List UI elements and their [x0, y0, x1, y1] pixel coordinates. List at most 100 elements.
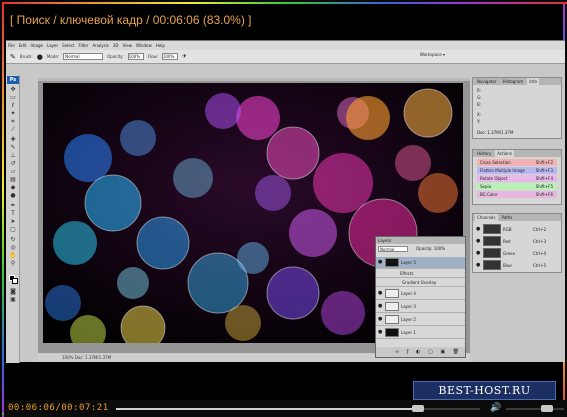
action-label: BG Color	[480, 192, 498, 197]
info-panel: Navigator Histogram Info R: G: B: X: Y: …	[472, 77, 562, 139]
volume-handle[interactable]	[540, 405, 553, 412]
layers-footer-icons[interactable]: ∞ ƒ ◐ ▢ ▣ 🗑	[376, 347, 465, 357]
zoom-tool-icon[interactable]: ⚲	[9, 261, 17, 267]
brush-tool-icon[interactable]: ✎	[10, 53, 16, 61]
mode-select[interactable]: Normal	[63, 53, 104, 60]
layer-effect-row[interactable]: Gradient Overlay	[376, 279, 465, 287]
volume-slider[interactable]	[506, 405, 564, 412]
crop-tool-icon[interactable]: ⌗	[9, 119, 17, 125]
channel-row[interactable]: ● Blue Ctrl+5	[476, 259, 558, 271]
quick-mask-icon[interactable]: ◙	[9, 289, 17, 295]
tab-layers[interactable]: Layers	[378, 238, 391, 243]
brush-label: Brush:	[19, 54, 33, 59]
info-y: Y:	[477, 119, 481, 124]
playback-controls: 00:06:06/00:07:21 🔊	[4, 400, 567, 417]
eye-icon[interactable]: ●	[476, 226, 481, 232]
lasso-tool-icon[interactable]: ℓ	[9, 103, 17, 109]
layer-name: Layer 1	[401, 330, 416, 335]
history-brush-icon[interactable]: ↺	[9, 161, 17, 167]
color-swatches[interactable]	[9, 275, 18, 284]
tab-info[interactable]: Info	[527, 78, 539, 85]
info-r: R:	[477, 88, 482, 93]
eyedropper-icon[interactable]: ⁄	[9, 127, 17, 133]
blur-tool-icon[interactable]: ◆	[9, 185, 17, 191]
clone-stamp-icon[interactable]: ⊥	[9, 153, 17, 159]
3d-rotate-icon[interactable]: ↻	[9, 237, 17, 243]
eye-icon[interactable]: ●	[378, 291, 383, 296]
channel-thumbnail	[483, 248, 501, 258]
eye-icon[interactable]: ●	[378, 260, 383, 265]
menu-item-image[interactable]: Image	[30, 43, 43, 48]
menu-item-view[interactable]: View	[123, 43, 133, 48]
magic-wand-icon[interactable]: ✦	[9, 111, 17, 117]
menu-item-window[interactable]: Window	[136, 43, 152, 48]
layer-effects-row[interactable]: Effects	[376, 270, 465, 278]
brush-preset-picker[interactable]: ●	[37, 53, 43, 61]
channel-row[interactable]: ● RGB Ctrl+2	[476, 223, 558, 235]
document-tab[interactable]	[38, 78, 470, 81]
tab-paths[interactable]: Paths	[500, 214, 515, 221]
opacity-field[interactable]: 100%	[127, 53, 144, 60]
tab-actions[interactable]: Actions	[495, 150, 514, 157]
blend-mode-select[interactable]: Normal	[378, 246, 408, 252]
layer-row[interactable]: ● Layer 2	[376, 314, 465, 326]
eraser-icon[interactable]: ▱	[9, 169, 17, 175]
flow-field[interactable]: 100%	[161, 53, 178, 60]
menu-item-filter[interactable]: Filter	[78, 43, 88, 48]
menu-item-analysis[interactable]: Analysis	[92, 43, 108, 48]
seek-handle[interactable]	[412, 405, 425, 412]
eye-icon[interactable]: ●	[476, 262, 481, 268]
screen-mode-icon[interactable]: ▣	[9, 297, 17, 303]
channel-key: Ctrl+5	[533, 262, 547, 268]
menu-item-file[interactable]: File	[8, 43, 15, 48]
3d-orbit-icon[interactable]: ◎	[9, 245, 17, 251]
layer-row[interactable]: ● Layer 5	[376, 257, 465, 269]
video-player-window: [ Поиск / ключевой кадр / 00:06:06 (83.0…	[0, 0, 567, 417]
layer-row[interactable]: ● Layer 1	[376, 327, 465, 339]
gradient-tool-icon[interactable]: ▤	[9, 177, 17, 183]
layer-name: Layer 4	[401, 291, 416, 296]
menu-item-help[interactable]: Help	[156, 43, 165, 48]
channel-row[interactable]: ● Green Ctrl+4	[476, 247, 558, 259]
photoshop-video-frame[interactable]: File Edit Image Layer Select Filter Anal…	[6, 40, 565, 363]
eye-icon[interactable]: ●	[378, 330, 383, 335]
eye-icon[interactable]: ●	[476, 250, 481, 256]
action-button[interactable]: Rotate Object Shift+F4	[477, 175, 557, 182]
type-tool-icon[interactable]: T	[9, 211, 17, 217]
eye-icon[interactable]: ●	[476, 238, 481, 244]
healing-brush-icon[interactable]: ✚	[9, 137, 17, 143]
dodge-tool-icon[interactable]: ●	[9, 193, 17, 199]
path-select-icon[interactable]: ➤	[9, 219, 17, 225]
workspace-button[interactable]: Workspace ▾	[420, 52, 445, 57]
volume-icon[interactable]: 🔊	[490, 403, 501, 413]
action-button[interactable]: Cross Selection Shift+F2	[477, 159, 557, 166]
layer-opacity[interactable]: Opacity: 100%	[416, 246, 445, 252]
marquee-tool-icon[interactable]: ▭	[9, 95, 17, 101]
shape-tool-icon[interactable]: ▢	[9, 227, 17, 233]
layer-row[interactable]: ● Layer 3	[376, 301, 465, 313]
menu-item-3d[interactable]: 3D	[113, 43, 119, 48]
menu-item-select[interactable]: Select	[62, 43, 74, 48]
tab-navigator[interactable]: Navigator	[475, 78, 499, 85]
tab-histogram[interactable]: Histogram	[501, 78, 526, 85]
airbrush-icon[interactable]: ✈	[182, 53, 187, 60]
eye-icon[interactable]: ●	[378, 304, 383, 309]
channel-row[interactable]: ● Red Ctrl+3	[476, 235, 558, 247]
action-button[interactable]: Sepia Shift+F5	[477, 183, 557, 190]
pen-tool-icon[interactable]: ✒	[9, 203, 17, 209]
eye-icon[interactable]: ●	[378, 317, 383, 322]
menu-item-layer[interactable]: Layer	[47, 43, 58, 48]
menu-item-edit[interactable]: Edit	[19, 43, 27, 48]
action-button[interactable]: Flatten Multiple Image Shift+F3	[477, 167, 557, 174]
tab-history[interactable]: History	[475, 150, 493, 157]
watermark-badge: BEST-HOST.RU	[413, 381, 556, 400]
tab-channels[interactable]: Channels	[475, 214, 498, 221]
action-key: Shift+F6	[535, 192, 553, 197]
action-button[interactable]: BG Color Shift+F6	[477, 191, 557, 198]
seek-bar[interactable]	[116, 405, 480, 412]
channel-key: Ctrl+3	[533, 238, 547, 244]
hand-tool-icon[interactable]: ✋	[9, 253, 17, 259]
brush-tool-icon-2[interactable]: ✎	[9, 145, 17, 151]
move-tool-icon[interactable]: ✥	[9, 87, 17, 93]
layer-row[interactable]: ● Layer 4	[376, 288, 465, 300]
